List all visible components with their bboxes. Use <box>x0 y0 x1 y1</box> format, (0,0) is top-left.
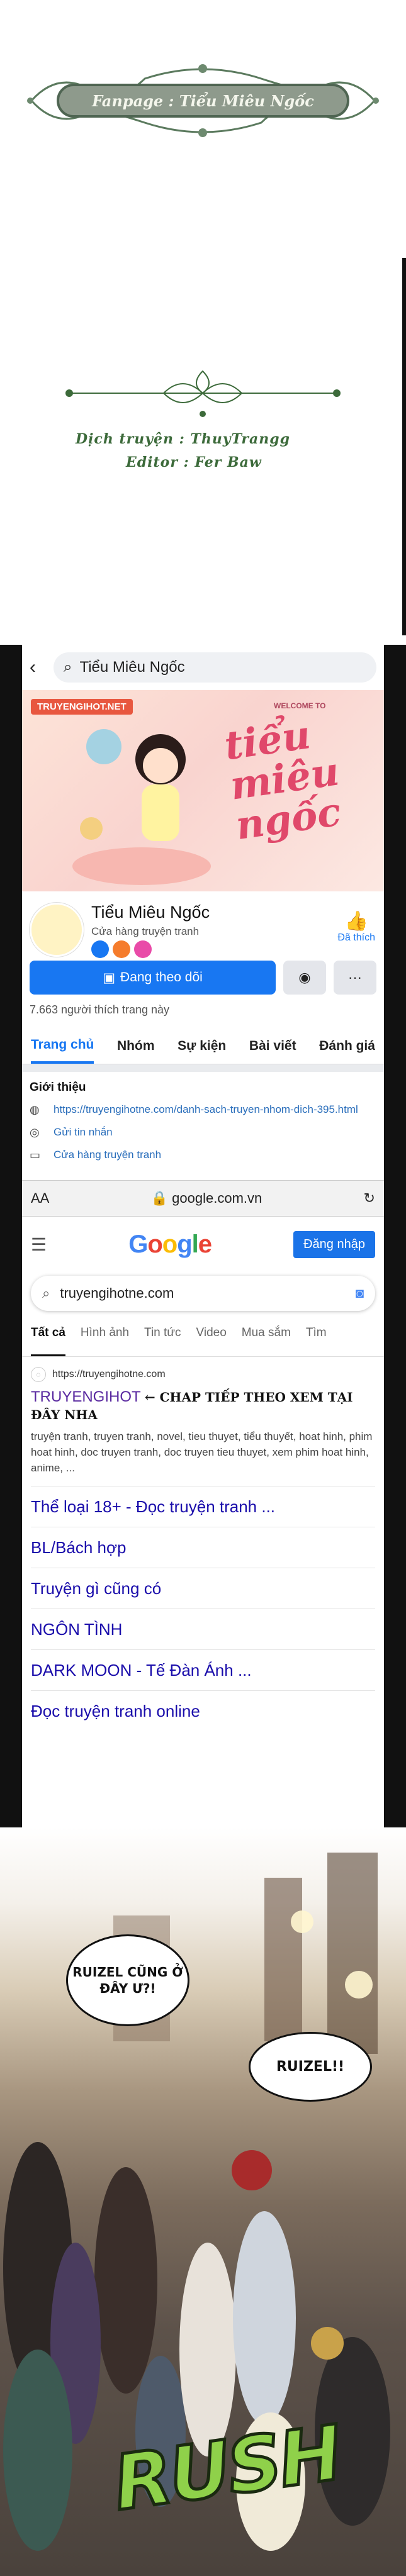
favicon-icon: ◌ <box>31 1367 46 1382</box>
divider-line <box>402 258 406 635</box>
intro-message[interactable]: Gửi tin nhắn <box>54 1126 113 1139</box>
tab-home[interactable]: Trang chủ <box>31 1029 94 1064</box>
search-icon: ⌕ <box>64 659 72 676</box>
intro-link[interactable]: https://truyengihotne.com/danh-sach-truy… <box>54 1103 358 1116</box>
phone-screen: ‹ ⌕ Tiểu Miêu Ngốc TRUYENGIHOT.NET WELCO… <box>22 645 384 1827</box>
phone-screenshot: ‹ ⌕ Tiểu Miêu Ngốc TRUYENGIHOT.NET WELCO… <box>0 645 406 1827</box>
liked-button[interactable]: 👍 Đã thích <box>337 910 375 944</box>
messenger-icon: ◉ <box>298 969 311 985</box>
star-badge-icon <box>134 940 152 958</box>
following-icon: ▣ <box>103 970 116 985</box>
intro-message-row[interactable]: ◎ Gửi tin nhắn <box>30 1126 376 1140</box>
result-url: https://truyengihotne.com <box>52 1369 166 1380</box>
search-icon: ⌕ <box>42 1285 50 1301</box>
tab-events[interactable]: Sự kiện <box>178 1039 226 1054</box>
tab-groups[interactable]: Nhóm <box>117 1039 155 1054</box>
text-size-button[interactable]: AA <box>31 1190 49 1207</box>
tab-reviews[interactable]: Đánh giá <box>319 1039 375 1054</box>
fire-badge-icon <box>113 940 130 958</box>
page-tabs: Trang chủ Nhóm Sự kiện Bài viết Đánh giá <box>22 1029 384 1064</box>
avatar[interactable] <box>30 903 84 957</box>
divider-ornament-icon <box>65 370 341 417</box>
comic-panel: RUIZEL CŨNG Ở ĐÂY Ư?! RUIZEL!! RUSH <box>0 1827 406 2576</box>
gtab-video[interactable]: Video <box>196 1326 227 1356</box>
thumbs-up-icon: 👍 <box>344 911 368 932</box>
result-description: truyện tranh, truyen tranh, novel, tieu … <box>31 1430 373 1474</box>
gtab-shopping[interactable]: Mua sắm <box>242 1326 291 1356</box>
fanpage-label: Fanpage : Tiểu Miêu Ngốc <box>57 84 349 118</box>
result-title-row[interactable]: TRUYENGIHOT ← CHAP TIẾP THEO XEM TẠI ĐÂY… <box>31 1388 375 1424</box>
google-search-box[interactable]: ⌕ truyengihotne.com ◙ <box>31 1276 375 1311</box>
sitelink[interactable]: BL/Bách hợp <box>31 1527 375 1568</box>
result-url-row: ◌ https://truyengihotne.com <box>31 1367 375 1382</box>
google-tabs: Tất cả Hình ảnh Tin tức Video Mua sắm Tì… <box>22 1315 384 1357</box>
hamburger-menu-icon[interactable]: ☰ <box>31 1234 47 1255</box>
lock-icon: 🔒 <box>150 1190 169 1206</box>
search-result: ◌ https://truyengihotne.com TRUYENGIHOT … <box>22 1357 384 1486</box>
back-arrow-icon[interactable]: ‹ <box>30 657 45 678</box>
globe-icon: ◍ <box>30 1103 40 1116</box>
page-badges <box>91 940 152 958</box>
intro-link-row[interactable]: ◍ https://truyengihotne.com/danh-sach-tr… <box>30 1103 376 1117</box>
messenger-badge-icon <box>91 940 109 958</box>
cover-photo: TRUYENGIHOT.NET WELCOME TO tiểu miêu ngố… <box>22 690 384 891</box>
page-category: Cửa hàng truyện tranh <box>91 925 200 937</box>
messenger-icon: ◎ <box>30 1126 40 1139</box>
sitelink[interactable]: Đọc truyện tranh online <box>31 1690 375 1731</box>
following-label: Đang theo dõi <box>120 970 203 984</box>
address-url: google.com.vn <box>172 1190 262 1206</box>
likes-count: 7.663 người thích trang này <box>30 1003 169 1016</box>
sitelink[interactable]: DARK MOON - Tế Đàn Ánh ... <box>31 1649 375 1690</box>
speech-bubble-1: RUIZEL CŨNG Ở ĐÂY Ư?! <box>66 1934 189 2026</box>
search-text: Tiểu Miêu Ngốc <box>79 659 185 676</box>
facebook-search-field[interactable]: ⌕ Tiểu Miêu Ngốc <box>54 652 376 683</box>
intro-section: Giới thiệu ◍ https://truyengihotne.com/d… <box>22 1072 384 1180</box>
google-query[interactable]: truyengihotne.com <box>60 1285 345 1302</box>
sitelink[interactable]: NGÔN TÌNH <box>31 1609 375 1649</box>
cover-illustration <box>72 729 211 885</box>
intro-category-row[interactable]: ▭ Cửa hàng truyện tranh <box>30 1149 376 1163</box>
address-url-wrap[interactable]: 🔒 google.com.vn <box>151 1190 262 1207</box>
tab-posts[interactable]: Bài viết <box>249 1039 296 1054</box>
liked-label: Đã thích <box>337 932 375 943</box>
gtab-news[interactable]: Tin tức <box>144 1326 181 1356</box>
intro-category[interactable]: Cửa hàng truyện tranh <box>54 1149 161 1161</box>
gtab-more[interactable]: Tìm <box>306 1326 327 1356</box>
editor-credit: Editor : Fer Baw <box>126 454 262 471</box>
google-header: ☰ Google Đăng nhập <box>22 1217 384 1272</box>
result-title[interactable]: TRUYENGIHOT <box>31 1388 140 1405</box>
google-logo[interactable]: Google <box>128 1230 212 1259</box>
google-signin-button[interactable]: Đăng nhập <box>293 1230 375 1258</box>
cover-welcome: WELCOME TO <box>274 701 326 710</box>
browser-address-bar[interactable]: AA 🔒 google.com.vn ↻ <box>22 1180 384 1217</box>
speech-bubble-2: RUIZEL!! <box>249 2032 372 2102</box>
sitelink[interactable]: Truyện gì cũng có <box>31 1568 375 1609</box>
cover-script-title: tiểu miêu ngốc <box>222 711 344 849</box>
following-button[interactable]: ▣ Đang theo dõi <box>30 961 276 995</box>
fanpage-banner: Fanpage : Tiểu Miêu Ngốc <box>19 60 387 142</box>
messenger-button[interactable]: ◉ <box>283 961 326 995</box>
translator-credit: Dịch truyện : ThuyTrangg <box>76 431 290 447</box>
reload-icon[interactable]: ↻ <box>364 1190 375 1207</box>
section-divider <box>22 1064 384 1072</box>
tag-icon: ▭ <box>30 1149 41 1161</box>
more-button[interactable]: ··· <box>334 961 376 995</box>
facebook-top-bar: ‹ ⌕ Tiểu Miêu Ngốc <box>22 645 384 690</box>
camera-search-icon[interactable]: ◙ <box>356 1285 364 1302</box>
page-name[interactable]: Tiểu Miêu Ngốc <box>91 903 210 922</box>
gtab-images[interactable]: Hình ảnh <box>81 1326 129 1356</box>
intro-title: Giới thiệu <box>30 1081 86 1094</box>
action-buttons: ▣ Đang theo dõi ◉ ··· <box>22 961 384 995</box>
page-info: Tiểu Miêu Ngốc Cửa hàng truyện tranh 👍 Đ… <box>22 891 384 961</box>
sitelink[interactable]: Thể loại 18+ - Đọc truyện tranh ... <box>31 1486 375 1527</box>
gtab-all[interactable]: Tất cả <box>31 1326 65 1356</box>
